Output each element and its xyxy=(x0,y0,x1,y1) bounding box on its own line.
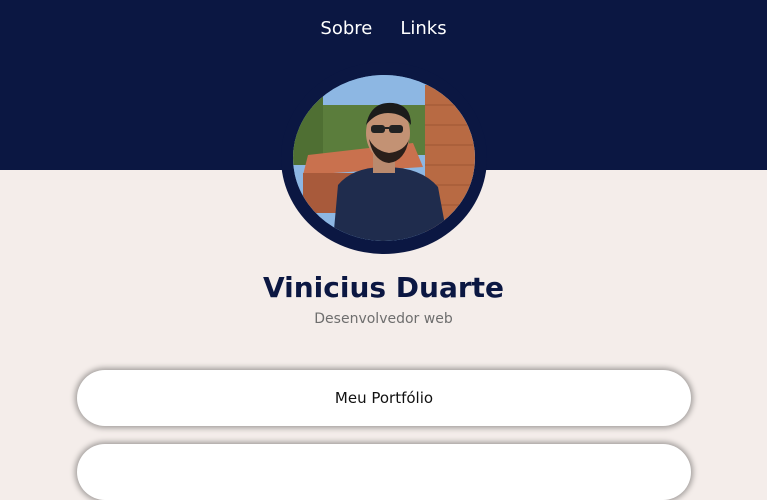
avatar xyxy=(293,75,475,241)
avatar-photo xyxy=(293,75,475,241)
profile-role: Desenvolvedor web xyxy=(314,311,453,327)
profile-name: Vinicius Duarte xyxy=(262,271,505,304)
nav-item-links[interactable]: Links xyxy=(400,18,446,40)
portfolio-link-button[interactable]: Meu Portfólio xyxy=(77,370,691,426)
nav-item-sobre[interactable]: Sobre xyxy=(320,18,372,40)
link-button-2[interactable] xyxy=(77,444,691,500)
top-nav: Sobre Links xyxy=(0,18,767,40)
